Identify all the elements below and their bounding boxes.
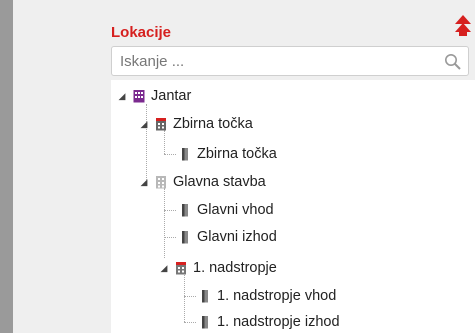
tree-node-glavni-izhod[interactable]: Glavni izhod xyxy=(179,227,277,247)
tree-node-jantar[interactable]: ◢ Jantar xyxy=(117,86,192,106)
tree-node-label: Jantar xyxy=(151,88,192,104)
panel-title: Lokacije xyxy=(111,24,172,41)
search-box xyxy=(111,46,469,76)
tree-node-zbirna-tocka[interactable]: ◢ Zbirna točka xyxy=(139,114,253,134)
device-icon xyxy=(182,148,188,161)
tree-node-1-nadstropje-izhod[interactable]: 1. nadstropje izhod xyxy=(199,312,340,332)
building-red-icon xyxy=(156,118,166,131)
tree-connector xyxy=(164,188,165,258)
tree-node-zbirna-tocka-device[interactable]: Zbirna točka xyxy=(179,144,277,164)
tree-node-label: 1. nadstropje vhod xyxy=(217,288,337,304)
device-icon xyxy=(202,316,208,329)
tree-node-label: Glavni vhod xyxy=(197,202,274,218)
collapse-arrow-icon[interactable]: ◢ xyxy=(159,263,169,273)
tree-connector xyxy=(184,296,196,297)
tree-node-1-nadstropje-vhod[interactable]: 1. nadstropje vhod xyxy=(199,286,336,306)
building-red-icon xyxy=(176,262,186,275)
building-gray-icon xyxy=(156,176,166,189)
tree-node-1-nadstropje[interactable]: ◢ 1. nadstropje xyxy=(159,258,277,278)
tree-connector xyxy=(164,237,176,238)
tree-node-label: 1. nadstropje izhod xyxy=(217,314,340,330)
building-purple-icon xyxy=(133,90,145,103)
collapse-arrow-icon[interactable]: ◢ xyxy=(139,119,149,129)
device-icon xyxy=(202,290,208,303)
tree-node-label: Zbirna točka xyxy=(197,146,277,162)
tree-connector xyxy=(164,154,176,155)
search-icon[interactable] xyxy=(444,53,462,71)
device-icon xyxy=(182,204,188,217)
location-tree: ◢ Jantar ◢ Zbirna točka Zbirna točka ◢ G… xyxy=(111,80,475,333)
collapse-arrow-icon[interactable]: ◢ xyxy=(117,91,127,101)
tree-node-label: Glavni izhod xyxy=(197,229,277,245)
tree-node-label: Zbirna točka xyxy=(173,116,253,132)
tree-connector xyxy=(164,210,176,211)
device-icon xyxy=(182,231,188,244)
tree-node-glavna-stavba[interactable]: ◢ Glavna stavba xyxy=(139,172,266,192)
tree-connector xyxy=(184,322,196,323)
tree-node-label: 1. nadstropje xyxy=(193,260,277,276)
left-gutter xyxy=(0,0,13,333)
tree-node-label: Glavna stavba xyxy=(173,174,266,190)
search-input[interactable] xyxy=(120,47,440,75)
tree-node-glavni-vhod[interactable]: Glavni vhod xyxy=(179,200,274,220)
collapse-arrow-icon[interactable]: ◢ xyxy=(139,177,149,187)
collapse-up-icon[interactable] xyxy=(454,14,472,38)
